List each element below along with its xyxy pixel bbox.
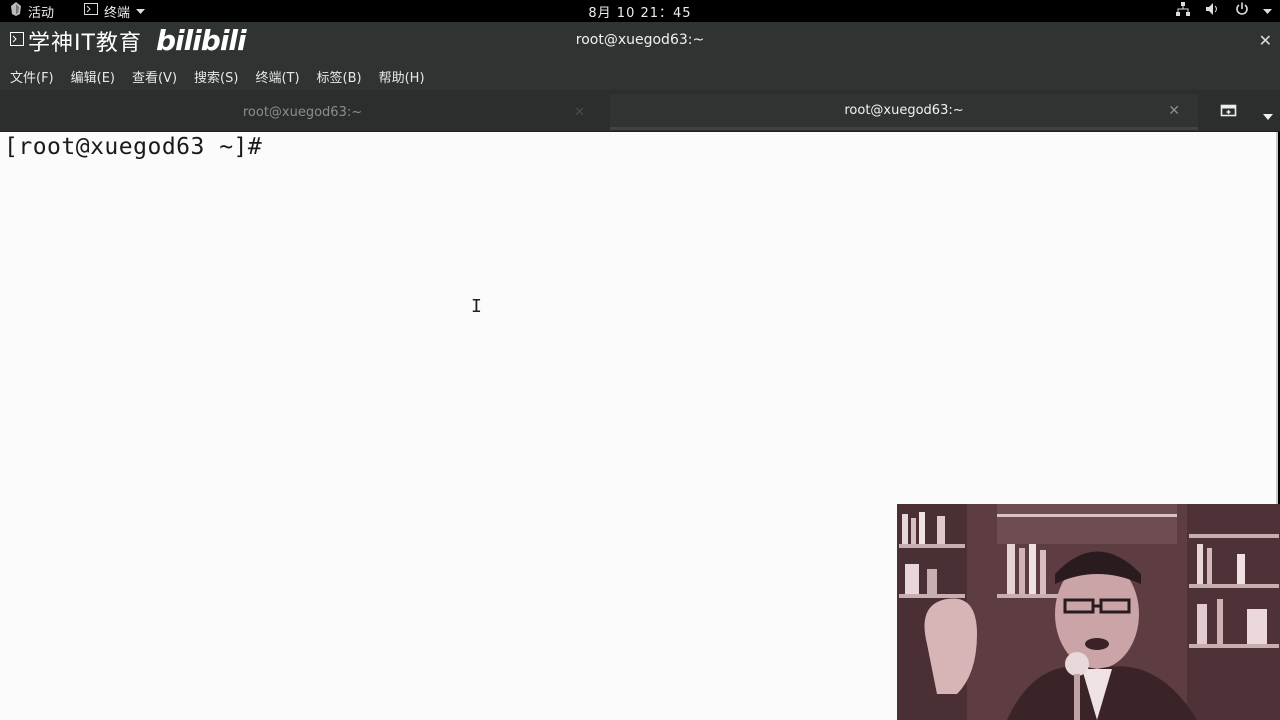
text-cursor-icon: I [471, 296, 482, 317]
menu-help[interactable]: 帮助(H) [379, 67, 425, 86]
chevron-down-icon [1263, 106, 1273, 125]
menu-tabs[interactable]: 标签(B) [317, 67, 362, 86]
new-tab-button[interactable] [1220, 102, 1238, 120]
menu-terminal[interactable]: 终端(T) [255, 67, 299, 86]
tab-label: root@xuegod63:~ [844, 103, 964, 118]
chevron-down-icon [136, 4, 146, 19]
tab-label: root@xuegod63:~ [242, 104, 363, 120]
tab-terminal-2[interactable]: root@xuegod63:~ ✕ [610, 94, 1198, 130]
volume-icon [1205, 2, 1221, 20]
menu-bar: 文件(F) 编辑(E) 查看(V) 搜索(S) 终端(T) 标签(B) 帮助(H… [0, 62, 1280, 90]
top-bar: 活动 终端 8月 10 21：45 [0, 0, 1280, 22]
menu-view[interactable]: 查看(V) [132, 67, 177, 86]
tab-bar: root@xuegod63:~ ✕ root@xuegod63:~ ✕ [0, 90, 1280, 132]
menu-search[interactable]: 搜索(S) [194, 67, 238, 86]
menu-file[interactable]: 文件(F) [10, 67, 54, 86]
close-icon[interactable]: ✕ [574, 105, 585, 120]
window-titlebar[interactable]: 学神IT教育 bilibili root@xuegod63:~ ✕ [0, 22, 1280, 62]
close-window-button[interactable]: ✕ [1259, 31, 1272, 50]
terminal-icon [84, 3, 98, 19]
new-tab-icon [1220, 103, 1238, 122]
app-label: 终端 [104, 5, 131, 21]
tabs-menu-button[interactable] [1263, 106, 1273, 125]
clock: 8月 10 21：45 [0, 0, 1280, 22]
window-title: root@xuegod63:~ [575, 32, 705, 48]
close-icon[interactable]: ✕ [1168, 103, 1180, 119]
power-icon [1235, 2, 1249, 20]
shell-prompt: [root@xuegod63 ~]# [4, 134, 263, 160]
close-icon: ✕ [1258, 31, 1272, 50]
app-menu-button[interactable]: 终端 [84, 0, 146, 22]
system-status-area[interactable] [1175, 0, 1272, 22]
tab-terminal-1[interactable]: root@xuegod63:~ ✕ [0, 94, 605, 130]
activities-button[interactable]: 活动 [10, 0, 54, 22]
webcam-overlay [897, 504, 1280, 720]
clock-text[interactable]: 8月 10 21：45 [588, 2, 691, 21]
app-icon [10, 2, 22, 20]
webcam-image [897, 504, 1280, 720]
chevron-down-icon [1263, 4, 1272, 19]
activities-label: 活动 [28, 5, 55, 21]
menu-edit[interactable]: 编辑(E) [71, 67, 115, 86]
network-icon [1175, 2, 1191, 20]
